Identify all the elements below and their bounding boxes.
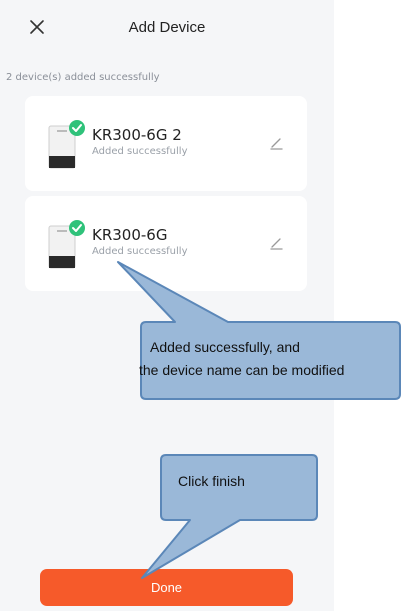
status-text: 2 device(s) added successfully (6, 72, 160, 83)
device-name: KR300-6G (92, 226, 168, 244)
edit-pencil-icon[interactable] (269, 135, 285, 151)
device-icon (48, 220, 85, 269)
callout-text: Added successfully, and (150, 339, 300, 355)
device-card: KR300-6G 2 Added successfully (25, 96, 307, 191)
success-badge-icon (69, 220, 85, 236)
done-button[interactable]: Done (40, 569, 293, 606)
device-status: Added successfully (92, 146, 188, 157)
device-status: Added successfully (92, 246, 188, 257)
device-card: KR300-6G Added successfully (25, 196, 307, 291)
header: Add Device (0, 0, 334, 56)
device-name: KR300-6G 2 (92, 126, 182, 144)
app-screen: Add Device 2 device(s) added successfull… (0, 0, 334, 611)
success-badge-icon (69, 120, 85, 136)
callout-text: Click finish (178, 473, 245, 489)
page-title: Add Device (128, 19, 206, 36)
device-icon (48, 120, 85, 169)
edit-pencil-icon[interactable] (269, 235, 285, 251)
callout-text: the device name can be modified (139, 362, 345, 378)
